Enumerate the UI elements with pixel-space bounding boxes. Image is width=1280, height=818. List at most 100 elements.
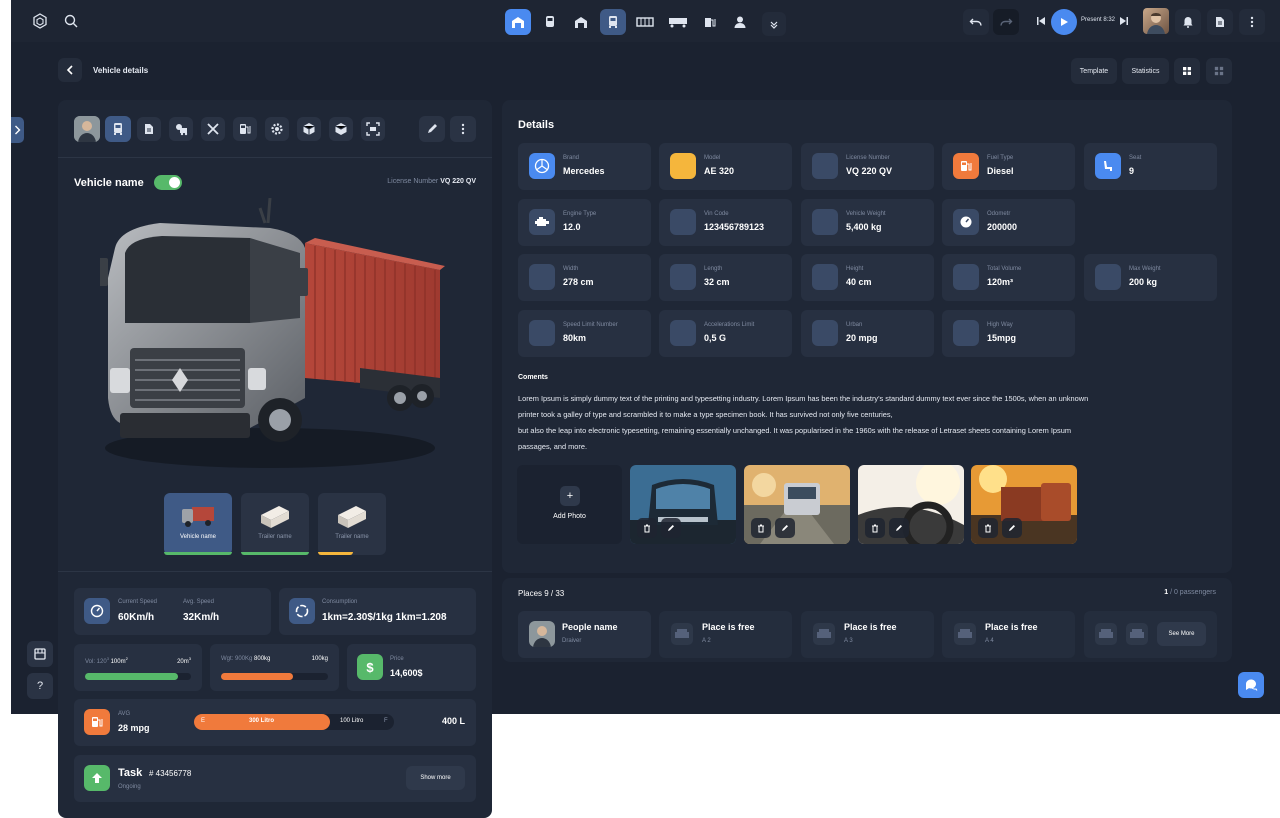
consumption-value: 1km=2.30$/1kg 1km=1.208 (322, 612, 447, 623)
edit-icon[interactable] (419, 116, 445, 142)
seat-icon (1095, 623, 1117, 645)
dollar-icon: $ (357, 654, 383, 680)
seat-icon (813, 623, 835, 645)
volume-label-text: Vol: 120 (85, 659, 107, 665)
document-icon[interactable] (1207, 9, 1233, 35)
detail-card: Urban 20 mpg (801, 310, 934, 357)
vehicle-active-toggle[interactable] (154, 175, 182, 190)
avatar[interactable] (1143, 8, 1169, 34)
fuel-pump-icon (953, 153, 979, 179)
placeholder-icon (670, 320, 696, 346)
detail-value: 200 kg (1129, 277, 1158, 287)
logo-icon[interactable] (28, 9, 52, 33)
add-photo-button[interactable]: + Add Photo (517, 465, 622, 544)
template-button[interactable]: Template (1071, 58, 1117, 84)
placeholder-icon (529, 264, 555, 290)
place-seat[interactable]: Place is free A 2 (659, 611, 792, 658)
play-button[interactable] (1051, 9, 1077, 35)
avatar (529, 621, 555, 647)
package-icon[interactable] (297, 117, 321, 141)
delete-icon[interactable] (978, 518, 998, 538)
thumb-vehicle[interactable]: Vehicle name (164, 493, 232, 555)
detail-card: License Number VQ 220 QV (801, 143, 934, 190)
speedometer-icon (84, 598, 110, 624)
edit-icon[interactable] (661, 518, 681, 538)
container-tab-icon[interactable] (633, 10, 657, 34)
show-more-button[interactable]: Show more (406, 766, 465, 790)
comment-line: but also the leap into electronic typese… (518, 426, 1071, 435)
search-icon[interactable] (59, 9, 83, 33)
photo-bus[interactable] (630, 465, 736, 544)
trailer-tab-icon[interactable] (666, 10, 690, 34)
truck-tab-icon[interactable] (600, 9, 626, 35)
gear-icon[interactable] (265, 117, 289, 141)
chat-button[interactable] (1238, 672, 1264, 698)
price-label: Price (390, 656, 404, 662)
grid-small-view-button[interactable] (1206, 58, 1232, 84)
fuel-pump-icon[interactable] (233, 117, 257, 141)
current-speed-value: 60Km/h (118, 612, 155, 623)
delivery-icon[interactable] (169, 117, 193, 141)
depot-tab-icon[interactable] (569, 10, 593, 34)
bell-icon[interactable] (1175, 9, 1201, 35)
user-tab-icon[interactable] (728, 10, 752, 34)
place-seat[interactable]: Place is free A 3 (801, 611, 934, 658)
detail-value: 20 mpg (846, 333, 878, 343)
fuel-bar-label: 300 Litro (249, 718, 275, 724)
box-icon[interactable] (329, 117, 353, 141)
back-button[interactable] (58, 58, 82, 82)
bus-tab-icon[interactable] (538, 10, 562, 34)
edit-icon[interactable] (775, 518, 795, 538)
scan-icon[interactable] (361, 117, 385, 141)
comment-line: printer took a galley of type and scramb… (518, 410, 893, 419)
garage-tab-icon[interactable] (505, 9, 531, 35)
volume-max-sup: 3 (188, 656, 191, 661)
store-icon[interactable] (27, 641, 53, 667)
grid-large-icon (1183, 67, 1191, 75)
person-role: Draiver (562, 638, 582, 644)
weight-progress (221, 673, 328, 680)
present-time: Present 8:32 (1081, 17, 1116, 23)
place-driver[interactable]: People name Draiver (518, 611, 651, 658)
help-icon[interactable]: ? (27, 673, 53, 699)
fuel-tab-icon[interactable] (698, 10, 722, 34)
price-value: 14,600$ (390, 668, 423, 678)
delete-icon[interactable] (637, 518, 657, 538)
comment-line: passages, and more. (518, 442, 588, 451)
detail-card: High Way 15mpg (942, 310, 1075, 357)
volume-max-text: 20m (177, 659, 189, 665)
more-vertical-icon[interactable] (450, 116, 476, 142)
edit-icon[interactable] (889, 518, 909, 538)
previous-icon[interactable] (1029, 9, 1053, 33)
redo-icon[interactable] (993, 9, 1019, 35)
truck-icon[interactable] (105, 116, 131, 142)
statistics-button[interactable]: Statistics (1122, 58, 1169, 84)
driver-avatar[interactable] (74, 116, 100, 142)
divider (58, 571, 492, 572)
thumb-status-bar (241, 552, 309, 555)
delete-icon[interactable] (865, 518, 885, 538)
chevron-down-icon[interactable] (762, 12, 786, 36)
place-seat[interactable]: Place is free A 4 (942, 611, 1075, 658)
photo-steering-wheel[interactable] (858, 465, 964, 544)
tools-icon[interactable] (201, 117, 225, 141)
detail-card: Brand Mercedes (518, 143, 651, 190)
edit-icon[interactable] (1002, 518, 1022, 538)
seat-number: A 2 (702, 638, 711, 644)
thumb-trailer[interactable]: Trailer name (318, 493, 386, 555)
photo-trucks-sunset[interactable] (971, 465, 1077, 544)
see-more-button[interactable]: See More (1157, 622, 1206, 646)
more-vertical-icon[interactable] (1239, 9, 1265, 35)
detail-card: Vin Code 123456789123 (659, 199, 792, 246)
next-icon[interactable] (1112, 9, 1136, 33)
sidebar-expand-button[interactable] (11, 117, 24, 143)
thumb-label: Vehicle name (179, 534, 217, 540)
detail-card: Vehicle Weight 5,400 kg (801, 199, 934, 246)
grid-view-button[interactable] (1174, 58, 1200, 84)
photo-truck-road[interactable] (744, 465, 850, 544)
volume-max: 20m3 (177, 656, 191, 665)
delete-icon[interactable] (751, 518, 771, 538)
thumb-trailer[interactable]: Trailer name (241, 493, 309, 555)
undo-icon[interactable] (963, 9, 989, 35)
file-icon[interactable] (137, 117, 161, 141)
